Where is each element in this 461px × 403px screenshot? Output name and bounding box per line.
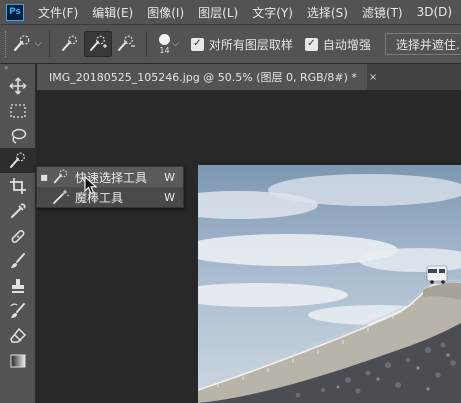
menu-edit[interactable]: 编辑(E) xyxy=(85,4,140,21)
crop-tool[interactable] xyxy=(0,173,36,198)
shortcut-key: W xyxy=(164,170,175,184)
move-tool[interactable] xyxy=(0,73,36,98)
quick-selection-new-icon xyxy=(62,35,77,51)
sample-all-layers-label: 对所有图层取样 xyxy=(208,37,293,52)
eyedropper-tool[interactable] xyxy=(0,198,36,223)
flyout-item-magic-wand[interactable]: 魔棒工具 W xyxy=(37,187,183,207)
auto-enhance-label: 自动增强 xyxy=(322,37,371,52)
quick-selection-icon xyxy=(51,169,71,185)
auto-enhance-checkbox[interactable]: ✓ xyxy=(304,37,318,51)
checkmark-icon: ✓ xyxy=(307,38,316,49)
menu-filter[interactable]: 滤镜(T) xyxy=(355,4,410,21)
quick-selection-icon xyxy=(10,152,25,168)
chevron-down-icon: ⌵ xyxy=(34,39,42,49)
flyout-item-quick-selection[interactable]: ■ 快速选择工具 W xyxy=(37,167,183,187)
menu-3d[interactable]: 3D(D) xyxy=(410,5,459,19)
move-icon xyxy=(9,77,27,94)
collapse-panel-icon[interactable]: » xyxy=(0,64,35,73)
photoshop-logo-icon[interactable]: Ps xyxy=(6,3,24,21)
magic-wand-icon xyxy=(51,189,71,205)
gradient-icon xyxy=(10,354,26,367)
tool-flyout-menu: ■ 快速选择工具 W 魔棒工具 W xyxy=(36,166,184,208)
document-tab[interactable]: IMG_20180525_105246.jpg @ 50.5% (图层 0, R… xyxy=(37,64,377,90)
add-to-selection-button[interactable] xyxy=(84,31,112,57)
lasso-tool[interactable] xyxy=(0,123,36,148)
subtract-from-selection-button[interactable] xyxy=(112,31,140,57)
menu-type[interactable]: 文字(Y) xyxy=(245,4,300,21)
brush-size-picker[interactable]: 14 xyxy=(159,33,170,55)
eyedropper-icon xyxy=(11,202,26,218)
divider xyxy=(49,31,50,57)
checkmark-icon: ✓ xyxy=(193,38,202,49)
close-icon[interactable]: × xyxy=(369,72,377,83)
quick-selection-subtract-icon xyxy=(118,35,135,51)
tool-preset-picker[interactable]: ⌵ xyxy=(9,31,43,57)
healing-brush-tool[interactable] xyxy=(0,223,36,248)
brush-tool[interactable] xyxy=(0,248,36,273)
canvas-area[interactable] xyxy=(37,90,461,403)
gradient-tool[interactable] xyxy=(0,348,36,373)
eraser-tool[interactable] xyxy=(0,323,36,348)
healing-icon xyxy=(11,229,25,243)
tools-panel: » xyxy=(0,64,36,403)
sample-all-layers-checkbox[interactable]: ✓ xyxy=(190,37,204,51)
marquee-tool[interactable] xyxy=(0,98,36,123)
marquee-icon xyxy=(10,103,26,118)
photo-canvas[interactable] xyxy=(198,165,461,403)
history-brush-icon xyxy=(10,302,25,318)
options-bar: ⌵ 14 ⌵ ✓ 对所有图层取样 ✓ 自动增强 选择并遮住... xyxy=(0,24,461,64)
selected-bullet-icon: ■ xyxy=(40,172,48,182)
divider xyxy=(146,31,147,57)
brush-size-value: 14 xyxy=(159,45,170,55)
mouse-cursor-icon xyxy=(84,176,98,195)
quick-selection-icon xyxy=(13,35,29,52)
menu-layer[interactable]: 图层(L) xyxy=(191,4,245,21)
brush-tip-icon xyxy=(159,33,170,45)
shortcut-key: W xyxy=(164,190,175,204)
document-title: IMG_20180525_105246.jpg @ 50.5% (图层 0, R… xyxy=(49,71,357,84)
brush-icon xyxy=(11,252,25,268)
chevron-down-icon[interactable]: ⌵ xyxy=(172,39,179,49)
clone-stamp-icon xyxy=(12,278,24,293)
crop-icon xyxy=(10,177,26,194)
lasso-icon xyxy=(11,128,27,144)
select-and-mask-button[interactable]: 选择并遮住... xyxy=(384,33,461,55)
document-tab-bar: IMG_20180525_105246.jpg @ 50.5% (图层 0, R… xyxy=(37,64,461,90)
clone-stamp-tool[interactable] xyxy=(0,273,36,298)
menu-select[interactable]: 选择(S) xyxy=(300,4,355,21)
menu-file[interactable]: 文件(F) xyxy=(31,4,85,21)
quick-selection-add-icon xyxy=(90,35,107,51)
history-brush-tool[interactable] xyxy=(0,298,36,323)
quick-selection-tool[interactable] xyxy=(0,148,36,173)
new-selection-button[interactable] xyxy=(56,31,84,57)
road-bridge-photo xyxy=(198,165,461,403)
menu-image[interactable]: 图像(I) xyxy=(140,4,191,21)
eraser-icon xyxy=(10,327,27,343)
menu-bar: Ps 文件(F) 编辑(E) 图像(I) 图层(L) 文字(Y) 选择(S) 滤… xyxy=(0,0,461,24)
